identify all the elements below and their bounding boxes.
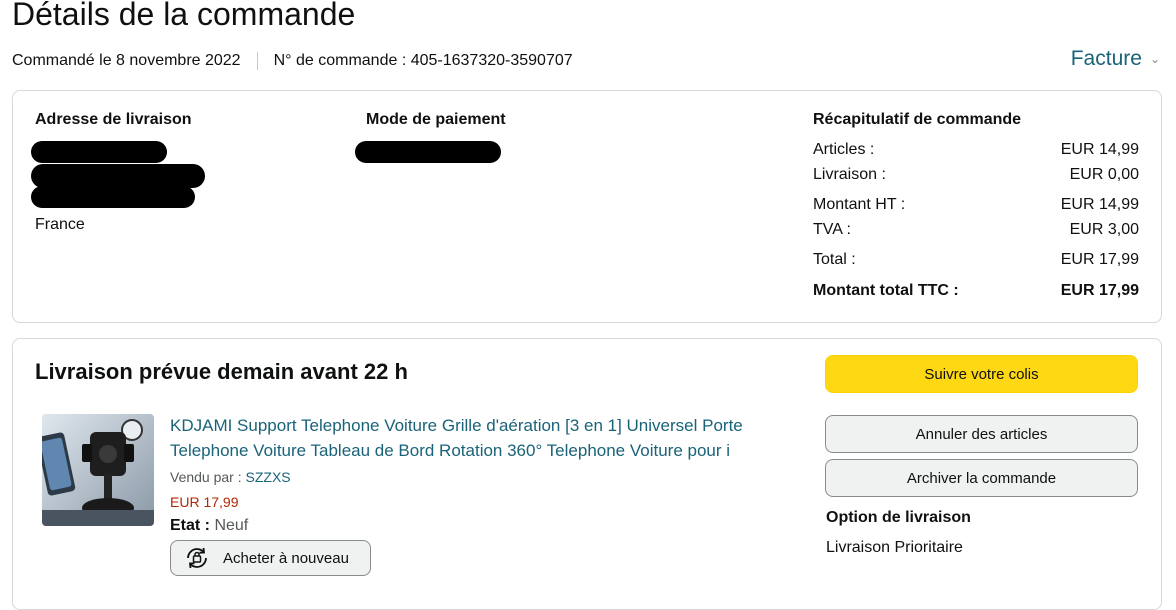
order-number: N° de commande : 405-1637320-3590707 — [273, 52, 573, 69]
sold-by-label: Vendu par : — [170, 469, 242, 485]
invoice-label: Facture — [1070, 47, 1142, 70]
recap-total-row: Montant total TTC : EUR 17,99 — [813, 279, 1139, 304]
car-phone-holder-image — [42, 414, 154, 526]
condition-value: Neuf — [214, 517, 249, 534]
recap-label: Montant HT : — [813, 196, 906, 213]
seller-info: Vendu par : SZZXS — [170, 469, 291, 485]
recap-value: EUR 14,99 — [1060, 141, 1139, 158]
recap-row: Montant HT : EUR 14,99 — [813, 193, 1139, 218]
product-price: EUR 17,99 — [170, 494, 239, 510]
buy-again-label: Acheter à nouveau — [223, 549, 349, 567]
delivery-option-value: Livraison Prioritaire — [826, 539, 963, 556]
recap-value: EUR 17,99 — [1060, 251, 1139, 268]
delivery-option-title: Option de livraison — [826, 509, 971, 526]
delivery-estimate: Livraison prévue demain avant 22 h — [35, 359, 408, 384]
recap-row: TVA : EUR 3,00 — [813, 218, 1139, 243]
product-title-link[interactable]: KDJAMI Support Telephone Voiture Grille … — [170, 413, 790, 463]
recap-row: Total : EUR 17,99 — [813, 248, 1139, 273]
chevron-down-icon: ⌄ — [1149, 52, 1160, 66]
redacted-address-line — [31, 141, 167, 163]
archive-order-button[interactable]: Archiver la commande — [825, 459, 1138, 497]
order-date: Commandé le 8 novembre 2022 — [12, 52, 241, 69]
recap-label: Montant total TTC : — [813, 281, 959, 299]
invoice-dropdown[interactable]: Facture ⌄ — [1071, 47, 1160, 71]
track-package-button[interactable]: Suivre votre colis — [825, 355, 1138, 393]
buy-again-icon — [187, 547, 207, 569]
product-condition: Etat : Neuf — [170, 517, 248, 535]
meta-divider — [256, 52, 258, 70]
recap-value: EUR 17,99 — [1060, 281, 1139, 299]
recap-label: TVA : — [813, 220, 851, 238]
address-country: France — [35, 216, 85, 233]
shipment-card: Livraison prévue demain avant 22 h KDJAM… — [12, 338, 1162, 610]
order-summary-card: Adresse de livraison x France Mode de pa… — [12, 90, 1162, 323]
product-image[interactable] — [42, 414, 154, 526]
redacted-address-line — [31, 164, 205, 188]
recap-value: EUR 0,00 — [1069, 165, 1139, 183]
order-recap: Récapitulatif de commande Articles : EUR … — [813, 111, 1139, 303]
condition-label: Etat : — [170, 517, 210, 534]
recap-value: EUR 14,99 — [1060, 196, 1139, 213]
buy-again-button[interactable]: Acheter à nouveau — [170, 540, 371, 576]
redacted-address-line — [31, 186, 195, 208]
recap-label: Total : — [813, 251, 856, 268]
cancel-items-button[interactable]: Annuler des articles — [825, 415, 1138, 453]
recap-label: Livraison : — [813, 165, 886, 183]
recap-label: Articles : — [813, 141, 875, 158]
seller-link[interactable]: SZZXS — [246, 469, 291, 485]
recap-value: EUR 3,00 — [1069, 220, 1139, 238]
recap-row: Livraison : EUR 0,00 — [813, 163, 1139, 188]
redacted-payment — [355, 141, 501, 163]
address-title: Adresse de livraison — [35, 111, 192, 128]
page-title: Détails de la commande — [12, 0, 356, 32]
payment-title: Mode de paiement — [366, 111, 506, 128]
recap-title: Récapitulatif de commande — [813, 111, 1022, 128]
order-meta: Commandé le 8 novembre 2022 N° de comman… — [12, 52, 573, 70]
recap-row: Articles : EUR 14,99 — [813, 138, 1139, 163]
